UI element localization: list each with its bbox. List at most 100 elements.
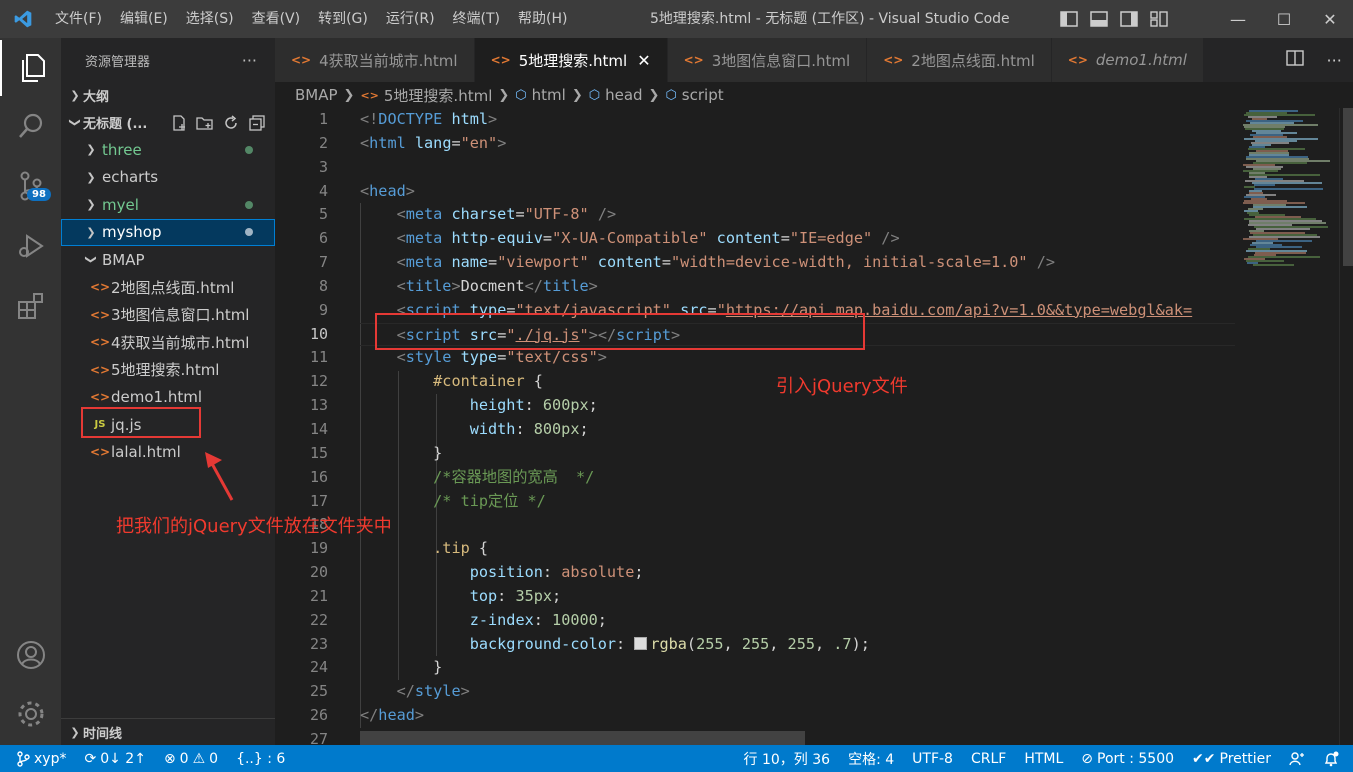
account-icon[interactable] (0, 627, 61, 683)
file-5[interactable]: <> 5地理搜索.html (61, 356, 275, 384)
folder-three[interactable]: ❯ three (61, 136, 275, 164)
language-mode[interactable]: HTML (1015, 751, 1072, 767)
code-line: <html lang="en"> (360, 133, 507, 152)
search-icon[interactable] (0, 98, 61, 154)
explorer-icon[interactable] (0, 40, 61, 96)
menu-view[interactable]: 查看(V) (243, 0, 310, 38)
folder-bmap[interactable]: ❯ BMAP (61, 246, 275, 274)
source-control-icon[interactable]: 98 (0, 158, 61, 214)
sync-status[interactable]: ⟳ 0↓ 2↑ (75, 751, 154, 767)
braces-status[interactable]: {..} : 6 (227, 751, 294, 767)
workspace-section[interactable]: ❯ 无标题 (... (61, 109, 275, 136)
code-line: z-index: 10000; (469, 610, 607, 629)
menu-run[interactable]: 运行(R) (377, 0, 444, 38)
cursor-position[interactable]: 行 10，列 36 (735, 749, 840, 769)
branch-status[interactable]: xyp* (0, 751, 75, 767)
file-lalal[interactable]: <> lalal.html (61, 439, 275, 467)
code-content[interactable]: <!DOCTYPE html> <html lang="en"> <head> … (360, 108, 1235, 745)
file-3[interactable]: <> 3地图信息窗口.html (61, 301, 275, 329)
minimap[interactable] (1235, 108, 1339, 745)
extensions-icon[interactable] (0, 278, 61, 334)
tab-5-active[interactable]: <> 5地理搜索.html ✕ (474, 38, 668, 82)
feedback-icon[interactable] (1280, 751, 1314, 767)
breadcrumb-head[interactable]: head (605, 86, 642, 104)
tab-label: demo1.html (1095, 51, 1187, 69)
line-ending[interactable]: CRLF (962, 751, 1015, 767)
color-swatch[interactable] (634, 636, 648, 650)
indentation[interactable]: 空格: 4 (839, 749, 903, 769)
new-folder-icon[interactable] (195, 113, 215, 133)
line-number: 22 (309, 610, 328, 629)
more-actions-icon[interactable]: ··· (1327, 51, 1342, 70)
maximize-icon[interactable]: ☐ (1261, 0, 1307, 38)
folder-myel[interactable]: ❯ myel (61, 191, 275, 219)
close-icon[interactable]: ✕ (1307, 0, 1353, 38)
toggle-secondary-sidebar-icon[interactable] (1118, 8, 1140, 30)
folder-myshop[interactable]: ❯ myshop (61, 218, 275, 246)
menu-selection[interactable]: 选择(S) (177, 0, 243, 38)
split-editor-icon[interactable] (1286, 50, 1304, 70)
code-editor[interactable]: 1 2 3 4 5 6 7 8 9 10 11 12 13 14 15 16 17 18 19 20 21 22 23 24 2… (275, 108, 1235, 745)
line-number: 9 (318, 300, 328, 319)
line-number: 6 (318, 229, 328, 248)
chevron-right-icon: ❯ (343, 87, 355, 103)
line-number: 5 (318, 205, 328, 224)
run-debug-icon[interactable] (0, 218, 61, 274)
line-number: 8 (318, 276, 328, 295)
breadcrumb-html[interactable]: html (532, 86, 566, 104)
prettier-label: Prettier (1219, 750, 1272, 767)
tab-demo1[interactable]: <> demo1.html (1051, 38, 1204, 82)
more-actions-icon[interactable]: ··· (242, 51, 257, 70)
customize-layout-icon[interactable] (1148, 8, 1170, 30)
toggle-panel-icon[interactable] (1088, 8, 1110, 30)
chevron-right-icon: ❯ (86, 198, 96, 212)
toggle-sidebar-icon[interactable] (1058, 8, 1080, 30)
menu-terminal[interactable]: 终端(T) (444, 0, 509, 38)
tab-2[interactable]: <> 2地图点线面.html (867, 38, 1052, 82)
new-file-icon[interactable] (169, 113, 189, 133)
line-number: 3 (318, 157, 328, 176)
file-2[interactable]: <> 2地图点线面.html (61, 274, 275, 302)
menu-file[interactable]: 文件(F) (46, 0, 111, 38)
warning-count: 0 (209, 750, 219, 767)
prettier-status[interactable]: ✔✔ Prettier (1183, 751, 1280, 767)
problems-status[interactable]: ⊗ 0 ⚠ 0 (155, 751, 227, 767)
tab-3[interactable]: <> 3地图信息窗口.html (667, 38, 868, 82)
minimize-icon[interactable]: — (1215, 0, 1261, 38)
code-line: </style> (396, 682, 470, 701)
modified-dot (245, 228, 253, 237)
vertical-scrollbar[interactable] (1339, 108, 1353, 745)
html-file-icon: <> (883, 53, 904, 67)
line-number: 11 (309, 348, 328, 367)
notifications-bell-icon[interactable] (1314, 751, 1353, 767)
menu-go[interactable]: 转到(G) (309, 0, 377, 38)
breadcrumb-folder[interactable]: BMAP (295, 86, 338, 104)
menu-help[interactable]: 帮助(H) (509, 0, 576, 38)
folder-echarts[interactable]: ❯ echarts (61, 164, 275, 192)
annotation-box-jq (81, 407, 201, 438)
outline-section[interactable]: ❯ 大纲 (61, 82, 275, 109)
code-line: /* tip定位 */ (433, 491, 546, 510)
live-server-port[interactable]: ⊘ Port : 5500 (1072, 751, 1183, 767)
timeline-section[interactable]: ❯ 时间线 (61, 718, 275, 745)
horizontal-scrollbar[interactable] (360, 731, 805, 745)
code-line: background-color: rgba(255, 255, 255, .7… (469, 634, 870, 653)
close-tab-icon[interactable]: ✕ (637, 51, 650, 70)
refresh-icon[interactable] (221, 113, 241, 133)
window-title: 5地理搜索.html - 无标题 (工作区) - Visual Studio C… (650, 11, 1010, 27)
line-number-gutter: 1 2 3 4 5 6 7 8 9 10 11 12 13 14 15 16 17 18 19 20 21 22 23 24 2… (275, 108, 353, 745)
menu-edit[interactable]: 编辑(E) (111, 0, 177, 38)
chevron-right-icon: ❯ (70, 725, 80, 739)
scrollbar-thumb[interactable] (1343, 108, 1353, 266)
encoding[interactable]: UTF-8 (903, 751, 962, 767)
breadcrumb-file[interactable]: 5地理搜索.html (384, 85, 492, 106)
file-label: 3地图信息窗口.html (111, 306, 250, 325)
tab-4[interactable]: <> 4获取当前城市.html (275, 38, 475, 82)
html-file-icon: <> (683, 53, 704, 67)
scm-count-badge: 98 (27, 188, 51, 201)
settings-gear-icon[interactable] (0, 686, 61, 742)
file-4[interactable]: <> 4获取当前城市.html (61, 329, 275, 357)
port-label: Port : 5500 (1097, 750, 1175, 767)
collapse-all-icon[interactable] (247, 113, 267, 133)
breadcrumb-script[interactable]: script (682, 86, 724, 104)
